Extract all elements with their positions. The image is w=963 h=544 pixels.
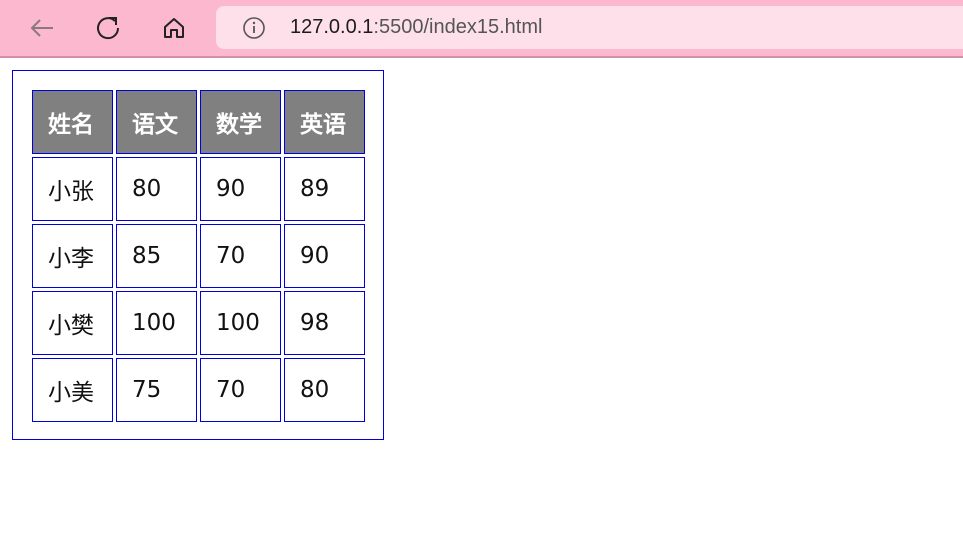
table-header-cell: 语文 [116, 90, 197, 154]
table-header-cell: 英语 [284, 90, 365, 154]
table-cell: 70 [200, 224, 281, 288]
score-table: 姓名 语文 数学 英语 小张 80 90 89 小李 85 70 90 小樊 100 100 98 小美 75 70… [12, 70, 384, 440]
table-cell: 小张 [32, 157, 113, 221]
table-header-cell: 姓名 [32, 90, 113, 154]
url-text[interactable]: 127.0.0.1:5500/index15.html [290, 16, 542, 39]
table-cell: 90 [200, 157, 281, 221]
table-cell: 80 [284, 358, 365, 422]
back-button[interactable] [22, 8, 62, 48]
table-cell: 70 [200, 358, 281, 422]
info-icon[interactable] [242, 16, 266, 44]
table-cell: 75 [116, 358, 197, 422]
url-host: 127.0.0.1 [290, 16, 374, 38]
browser-toolbar: 127.0.0.1:5500/index15.html [0, 0, 963, 58]
table-cell: 100 [200, 291, 281, 355]
reload-icon [97, 17, 120, 40]
table-cell: 小李 [32, 224, 113, 288]
table-header-cell: 数学 [200, 90, 281, 154]
home-button[interactable] [154, 8, 194, 48]
table-cell: 小美 [32, 358, 113, 422]
home-icon [164, 18, 184, 38]
table-cell: 100 [116, 291, 197, 355]
table-cell: 80 [116, 157, 197, 221]
table-cell: 90 [284, 224, 365, 288]
table-cell: 小樊 [32, 291, 113, 355]
table-cell: 89 [284, 157, 365, 221]
url-path: :5500/index15.html [373, 16, 543, 38]
back-arrow-icon [30, 19, 53, 37]
reload-button[interactable] [88, 8, 128, 48]
table-cell: 85 [116, 224, 197, 288]
page-content: 姓名 语文 数学 英语 小张 80 90 89 小李 85 70 90 小樊 100 100 98 小美 75 70… [0, 58, 963, 544]
table-cell: 98 [284, 291, 365, 355]
address-bar[interactable]: 127.0.0.1:5500/index15.html [216, 6, 963, 49]
